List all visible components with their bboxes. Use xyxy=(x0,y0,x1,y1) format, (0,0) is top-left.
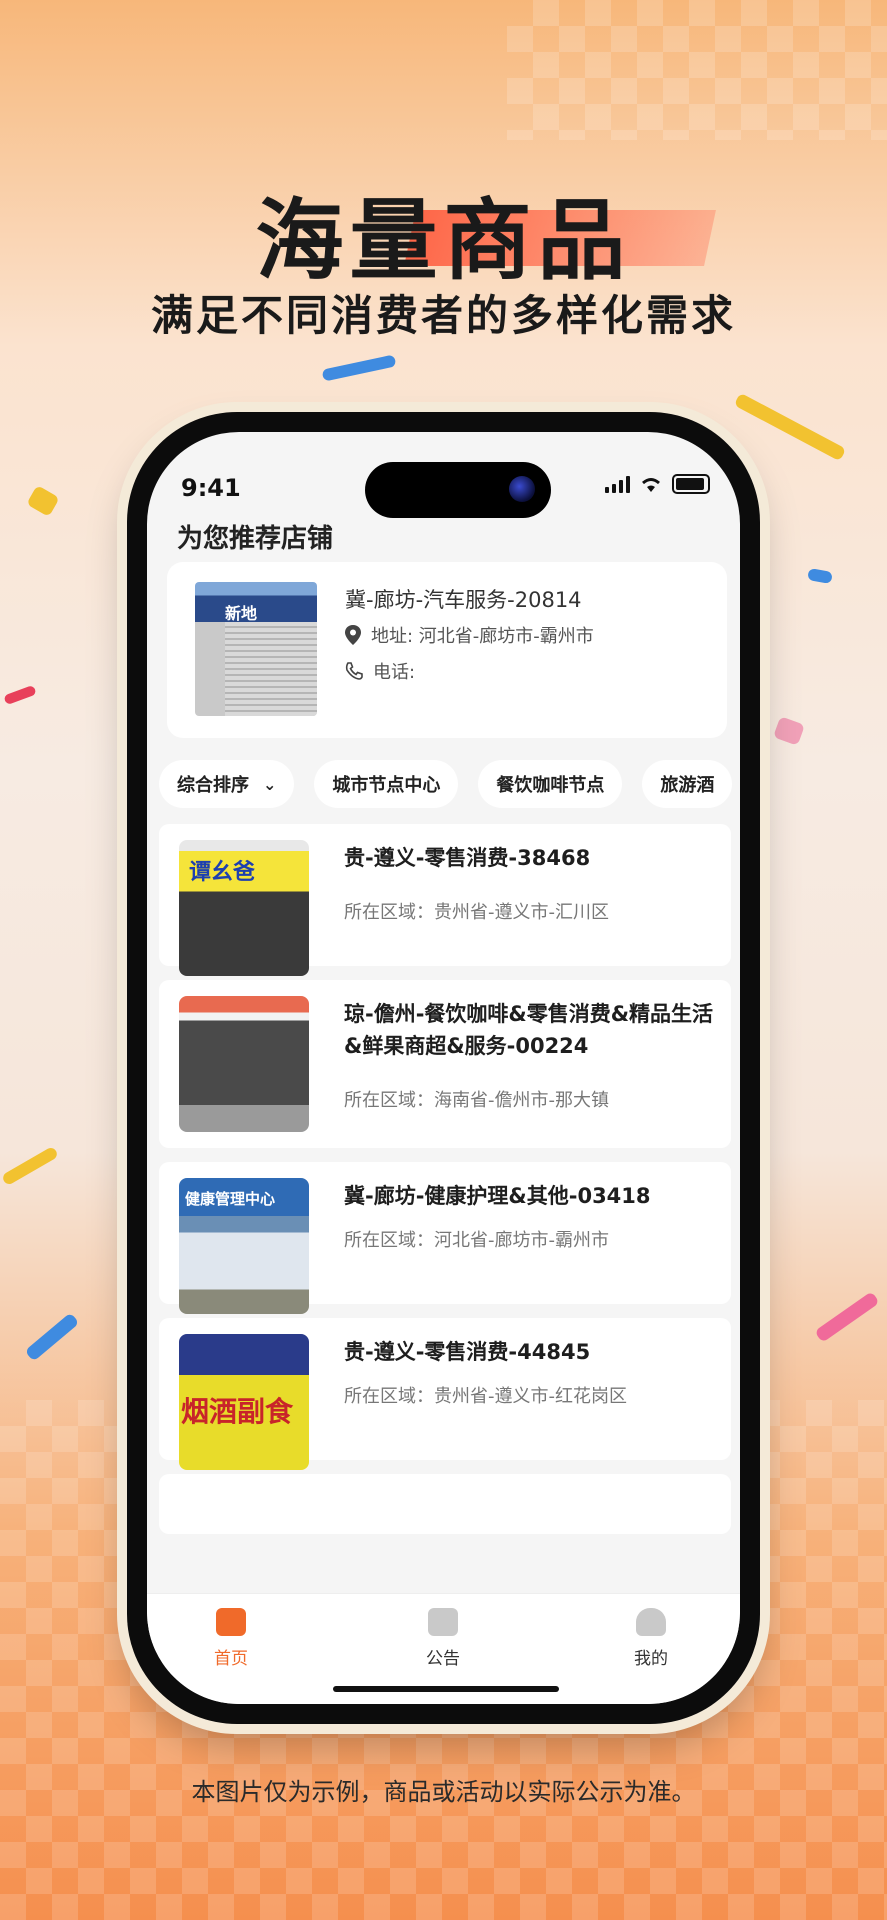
hero-title-text: 海量商品 xyxy=(255,189,632,292)
confetti-ribbon xyxy=(814,1291,880,1343)
store-area: 所在区域：海南省-儋州市-那大镇 xyxy=(344,1090,609,1111)
store-address: 地址: 河北省-廊坊市-霸州市 xyxy=(371,626,594,647)
filter-label: 旅游酒 xyxy=(660,775,715,796)
store-title: 贵-遵义-零售消费-44845 xyxy=(344,1340,591,1364)
profile-icon xyxy=(636,1608,666,1636)
notice-icon xyxy=(428,1608,458,1636)
hero-title: 海量商品 xyxy=(0,170,887,297)
tab-label: 我的 xyxy=(634,1649,668,1669)
tab-bar: 首页 公告 我的 xyxy=(147,1593,740,1704)
tab-label: 公告 xyxy=(426,1649,460,1669)
confetti-ribbon xyxy=(24,1312,80,1362)
store-photo-sign: 烟酒副食 xyxy=(181,1395,294,1428)
list-item[interactable]: 健康管理中心 冀-廊坊-健康护理&其他-03418 所在区域：河北省-廊坊市-霸… xyxy=(159,1162,731,1314)
store-photo: 烟酒副食 xyxy=(179,1334,309,1470)
store-title: 琼-儋州-餐饮咖啡&零售消费&精品生活&鲜果商超&服务-00224 xyxy=(344,1002,714,1058)
confetti-ribbon xyxy=(733,392,847,462)
store-name: 冀-廊坊-汽车服务-20814 xyxy=(345,588,582,612)
store-area: 所在区域：贵州省-遵义市-汇川区 xyxy=(344,902,609,923)
section-title: 为您推荐店铺 xyxy=(177,524,334,554)
phone-icon xyxy=(345,662,363,680)
filter-food-coffee[interactable]: 餐饮咖啡节点 xyxy=(478,760,623,808)
store-area: 所在区域：河北省-廊坊市-霸州市 xyxy=(344,1230,609,1251)
filter-label: 城市节点中心 xyxy=(332,775,441,796)
status-time: 9:41 xyxy=(181,474,241,502)
list-item[interactable]: 琼-儋州-餐饮咖啡&零售消费&精品生活&鲜果商超&服务-00224 所在区域：海… xyxy=(159,980,731,1148)
store-photo xyxy=(179,996,309,1132)
filter-label: 综合排序 xyxy=(177,775,249,796)
phone-frame: 9:41 为您推荐店铺 新地 冀-廊坊-汽车服务-20814 地址: 河北省-廊… xyxy=(127,412,760,1724)
list-item[interactable]: 烟酒副食 贵-遵义-零售消费-44845 所在区域：贵州省-遵义市-红花岗区 xyxy=(159,1318,731,1470)
store-photo-sign: 谭幺爸 xyxy=(189,860,256,885)
store-area: 所在区域：贵州省-遵义市-红花岗区 xyxy=(344,1386,627,1407)
wifi-icon xyxy=(642,478,660,492)
footnote: 本图片仅为示例，商品或活动以实际公示为准。 xyxy=(191,1778,696,1806)
signal-icon xyxy=(605,475,630,493)
chevron-down-icon: ⌄ xyxy=(263,774,277,794)
location-pin-icon xyxy=(345,625,361,645)
home-icon xyxy=(216,1608,246,1636)
confetti-ribbon xyxy=(26,484,60,518)
store-phone-row: 电话: xyxy=(345,658,415,684)
store-photo-sign: 新地 xyxy=(225,604,258,623)
home-indicator xyxy=(333,1686,559,1692)
confetti-ribbon xyxy=(321,354,397,382)
phone-screen: 9:41 为您推荐店铺 新地 冀-廊坊-汽车服务-20814 地址: 河北省-廊… xyxy=(147,432,740,1704)
featured-store-card[interactable]: 新地 冀-廊坊-汽车服务-20814 地址: 河北省-廊坊市-霸州市 电话: xyxy=(167,562,727,738)
store-title: 贵-遵义-零售消费-38468 xyxy=(344,846,591,870)
filter-sort[interactable]: 综合排序 ⌄ xyxy=(159,760,295,808)
store-phone: 电话: xyxy=(373,662,416,683)
store-photo-sign: 健康管理中心 xyxy=(185,1190,276,1208)
background-pattern-top xyxy=(507,0,887,140)
store-address-row: 地址: 河北省-廊坊市-霸州市 xyxy=(345,622,594,648)
camera-icon xyxy=(509,476,535,502)
store-photo: 新地 xyxy=(195,582,317,716)
status-icons xyxy=(605,474,710,494)
store-title: 冀-廊坊-健康护理&其他-03418 xyxy=(344,1184,651,1208)
battery-icon xyxy=(672,474,710,494)
confetti-ribbon xyxy=(3,684,37,706)
tab-notice[interactable]: 公告 xyxy=(383,1608,503,1669)
hero-subtitle: 满足不同消费者的多样化需求 xyxy=(150,291,736,340)
tab-label: 首页 xyxy=(214,1649,248,1669)
filter-bar: 综合排序 ⌄ 城市节点中心 餐饮咖啡节点 旅游酒 xyxy=(159,760,733,808)
dynamic-island xyxy=(365,462,551,518)
filter-label: 餐饮咖啡节点 xyxy=(496,775,605,796)
tab-home[interactable]: 首页 xyxy=(171,1608,291,1669)
tab-profile[interactable]: 我的 xyxy=(591,1608,711,1669)
confetti-ribbon xyxy=(1,1145,59,1187)
filter-travel-hotel[interactable]: 旅游酒 xyxy=(642,760,733,808)
store-photo: 谭幺爸 xyxy=(179,840,309,976)
filter-city-node[interactable]: 城市节点中心 xyxy=(314,760,459,808)
store-photo: 健康管理中心 xyxy=(179,1178,309,1314)
confetti-ribbon xyxy=(807,568,833,584)
list-item[interactable]: 谭幺爸 贵-遵义-零售消费-38468 所在区域：贵州省-遵义市-汇川区 xyxy=(159,824,731,976)
list-item[interactable] xyxy=(159,1474,731,1534)
confetti-ribbon xyxy=(773,716,805,746)
